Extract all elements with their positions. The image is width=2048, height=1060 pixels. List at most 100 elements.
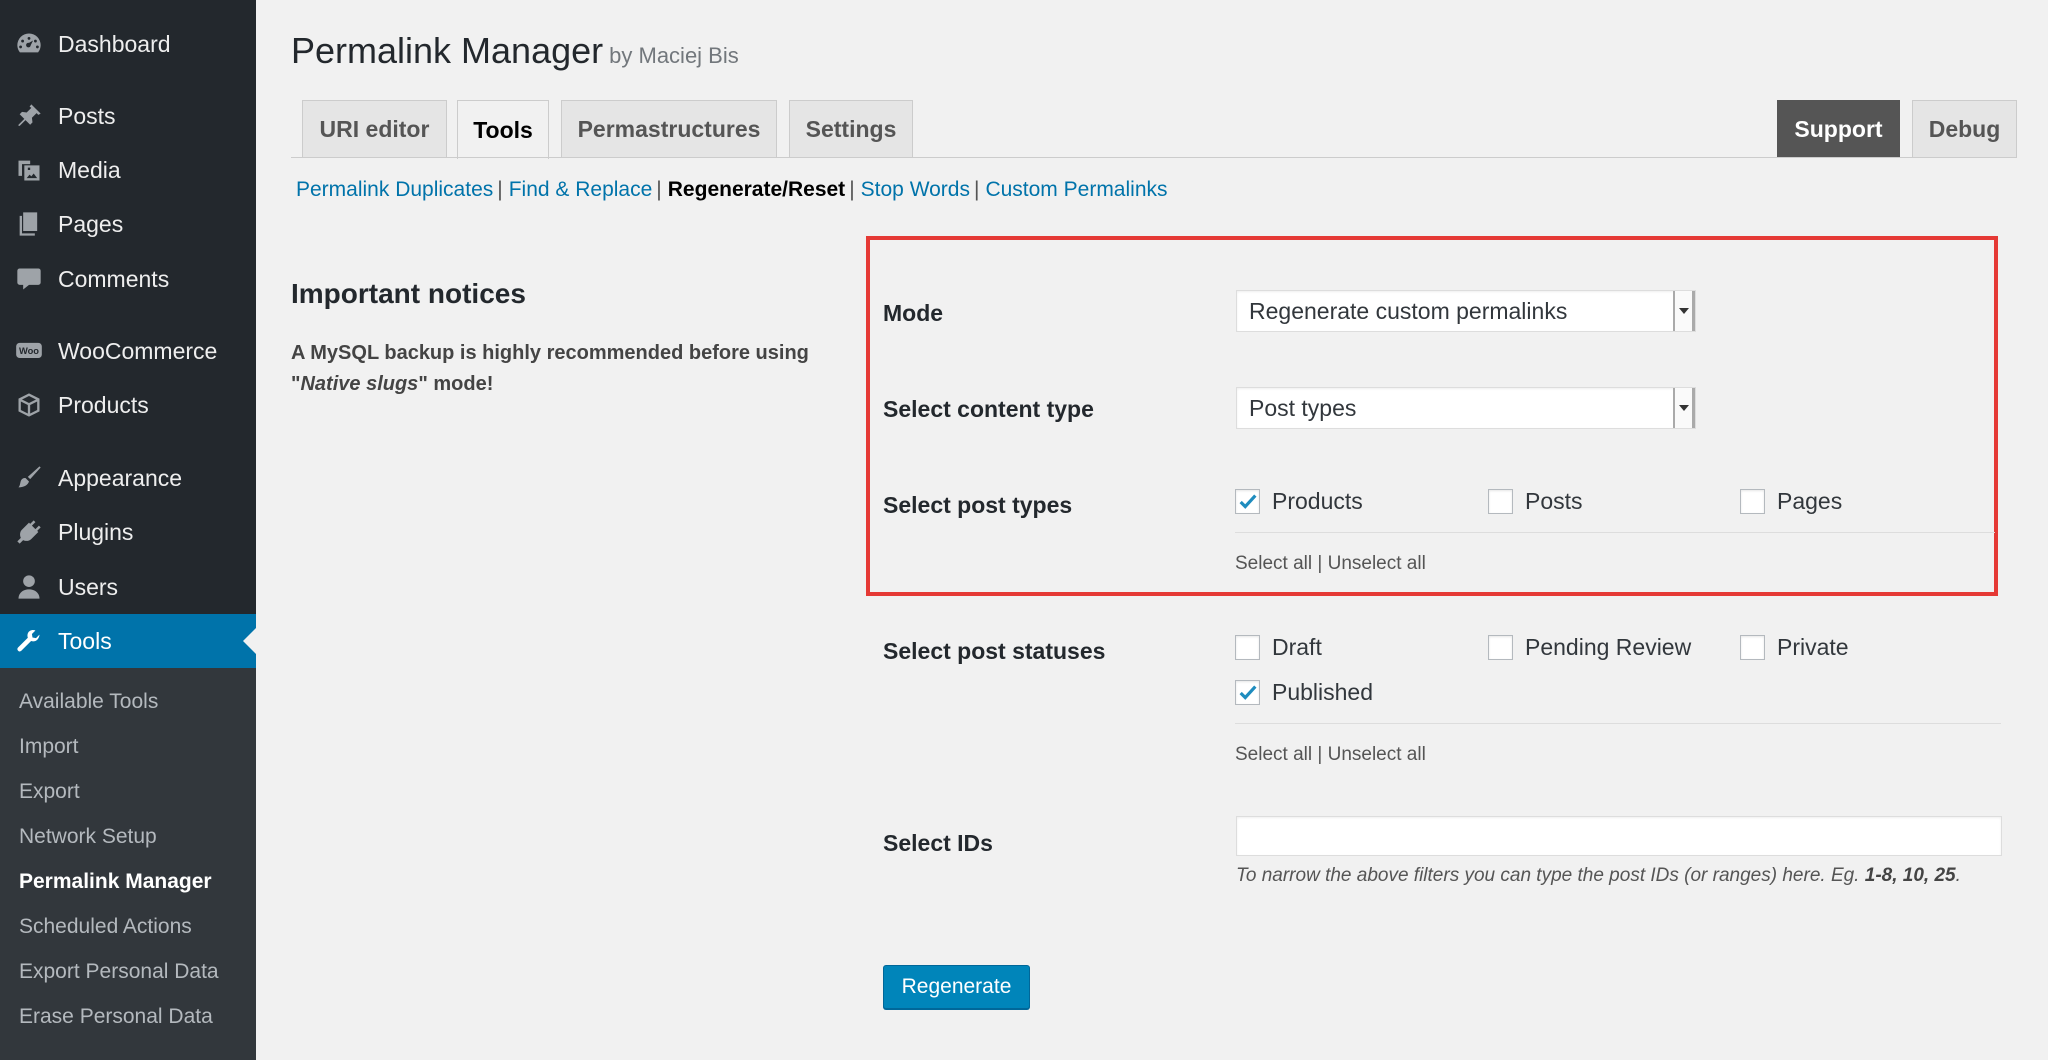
submenu-item-erase-personal-data[interactable]: Erase Personal Data <box>19 1005 213 1029</box>
checkbox-box[interactable] <box>1235 680 1260 705</box>
select-all-link[interactable]: Select all <box>1235 553 1312 574</box>
checkbox-label: Pending Review <box>1525 634 1692 660</box>
mode-label: Mode <box>883 300 944 326</box>
submenu-item-permalink-manager[interactable]: Permalink Manager <box>19 870 212 894</box>
tab-settings[interactable]: Settings <box>789 100 913 158</box>
hint-text-part: . <box>1955 865 1961 886</box>
select-ids-input[interactable] <box>1236 816 2002 856</box>
notice-text-em: Native slugs <box>300 373 419 395</box>
select-all-link[interactable]: Select all <box>1235 744 1312 765</box>
hint-text-bold: 1-8, 10, 25 <box>1864 865 1956 886</box>
checkbox-published[interactable]: Published <box>1235 679 1373 706</box>
content-type-select[interactable]: Post types <box>1236 387 1696 429</box>
sidebar-item-label: Tools <box>58 627 112 654</box>
subnav-separator: | <box>973 178 980 201</box>
subnav-separator: | <box>656 178 662 201</box>
hint-text-part: To narrow the above filters you can type… <box>1236 865 1865 886</box>
checkmark-icon <box>1239 684 1257 700</box>
svg-text:Woo: Woo <box>19 346 39 356</box>
notice-text-part: " mode! <box>418 373 494 395</box>
sidebar-item-users[interactable]: Users <box>0 560 256 614</box>
checkbox-posts[interactable]: Posts <box>1488 488 1583 515</box>
sidebar-item-posts[interactable]: Posts <box>0 89 256 143</box>
sidebar-item-label: Appearance <box>58 464 183 491</box>
tab-tools[interactable]: Tools <box>457 100 549 159</box>
sidebar-item-label: Users <box>58 573 119 600</box>
tab-support[interactable]: Support <box>1777 100 1900 158</box>
mode-select[interactable]: Regenerate custom permalinks <box>1236 290 1696 332</box>
checkbox-label: Posts <box>1525 488 1583 514</box>
paintbrush-icon <box>14 463 44 493</box>
unselect-all-link[interactable]: Unselect all <box>1328 553 1426 574</box>
sidebar-item-label: Posts <box>58 102 116 129</box>
checkbox-box[interactable] <box>1740 635 1765 660</box>
dashboard-icon <box>14 29 44 59</box>
checkbox-box[interactable] <box>1740 489 1765 514</box>
checkbox-pending-review[interactable]: Pending Review <box>1488 634 1691 661</box>
sidebar-item-products[interactable]: Products <box>0 378 256 432</box>
sidebar-item-label: Plugins <box>58 518 134 545</box>
checkbox-products[interactable]: Products <box>1235 488 1363 515</box>
checkmark-icon <box>1239 493 1257 509</box>
tab-permastructures[interactable]: Permastructures <box>561 100 777 158</box>
plug-icon <box>14 517 44 547</box>
woocommerce-icon: Woo <box>14 336 44 366</box>
checkbox-box[interactable] <box>1488 635 1513 660</box>
comment-icon <box>14 264 44 294</box>
subnav-stop-words[interactable]: Stop Words <box>861 178 970 201</box>
submenu-item-import[interactable]: Import <box>19 735 79 759</box>
notices-title: Important notices <box>291 278 526 309</box>
sidebar-item-label: Media <box>58 156 121 183</box>
page-byline: by Maciej Bis <box>609 43 739 68</box>
submenu-item-export-personal-data[interactable]: Export Personal Data <box>19 960 219 984</box>
sidebar-item-appearance[interactable]: Appearance <box>0 451 256 505</box>
checkbox-private[interactable]: Private <box>1740 634 1849 661</box>
checkbox-box[interactable] <box>1235 635 1260 660</box>
content-type-label: Select content type <box>883 396 1094 422</box>
submenu-item-network-setup[interactable]: Network Setup <box>19 825 157 849</box>
tabs-divider <box>291 157 2017 158</box>
post-statuses-select-links: Select all | Unselect all <box>1235 744 1426 765</box>
chevron-down-icon <box>1673 388 1695 428</box>
checkbox-label: Private <box>1777 634 1849 660</box>
tools-submenu: Available Tools Import Export Network Se… <box>0 668 256 1060</box>
sidebar-item-dashboard[interactable]: Dashboard <box>0 17 256 71</box>
sidebar-item-label: Comments <box>58 265 170 292</box>
checkbox-label: Published <box>1272 679 1374 705</box>
wrench-icon <box>14 626 44 656</box>
subnav-find-replace[interactable]: Find & Replace <box>509 178 653 201</box>
box-icon <box>14 390 44 420</box>
checkbox-draft[interactable]: Draft <box>1235 634 1322 661</box>
sidebar-item-comments[interactable]: Comments <box>0 252 256 306</box>
checkbox-pages[interactable]: Pages <box>1740 488 1842 515</box>
subnav-permalink-duplicates[interactable]: Permalink Duplicates <box>296 178 493 201</box>
sidebar-item-woocommerce[interactable]: Woo WooCommerce <box>0 324 256 378</box>
checkbox-box[interactable] <box>1235 489 1260 514</box>
notices-text: A MySQL backup is highly recommended bef… <box>291 338 811 400</box>
post-statuses-label: Select post statuses <box>883 638 1106 664</box>
select-ids-hint: To narrow the above filters you can type… <box>1236 862 1996 889</box>
submenu-item-export[interactable]: Export <box>19 780 80 804</box>
submenu-item-scheduled-actions[interactable]: Scheduled Actions <box>19 915 192 939</box>
page-title: Permalink Manager by Maciej Bis <box>291 30 739 72</box>
pages-icon <box>14 209 44 239</box>
select-ids-label: Select IDs <box>883 830 993 856</box>
tab-uri-editor[interactable]: URI editor <box>302 100 447 158</box>
tools-subnav: Permalink Duplicates | Find & Replace | Rege… <box>296 178 1168 202</box>
pushpin-icon <box>14 101 44 131</box>
tab-debug[interactable]: Debug <box>1912 100 2017 158</box>
submenu-item-available-tools[interactable]: Available Tools <box>19 690 158 714</box>
sidebar-item-tools[interactable]: Tools <box>0 614 256 668</box>
sidebar-item-plugins[interactable]: Plugins <box>0 505 256 559</box>
checkbox-label: Pages <box>1777 488 1843 514</box>
subnav-custom-permalinks[interactable]: Custom Permalinks <box>985 178 1167 201</box>
sidebar-item-media[interactable]: Media <box>0 143 256 197</box>
user-icon <box>14 572 44 602</box>
unselect-all-link[interactable]: Unselect all <box>1328 744 1426 765</box>
sidebar-item-label: Pages <box>58 210 124 237</box>
regenerate-button[interactable]: Regenerate <box>883 965 1030 1009</box>
subnav-regenerate-reset[interactable]: Regenerate/Reset <box>668 178 845 201</box>
sidebar-item-pages[interactable]: Pages <box>0 197 256 251</box>
checkbox-box[interactable] <box>1488 489 1513 514</box>
sidebar-item-label: Dashboard <box>58 30 171 57</box>
